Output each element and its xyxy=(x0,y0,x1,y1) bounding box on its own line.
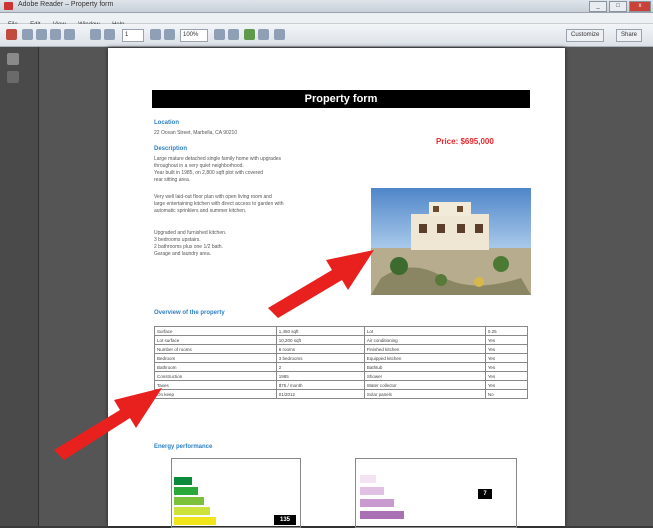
table-row: On keep 01/2012 Solar panels No xyxy=(154,389,529,399)
previous-page-icon[interactable] xyxy=(90,29,101,40)
table-row: Bathroom 2 Bathtub Yes xyxy=(154,362,529,372)
table-row: Bedroom 3 bedrooms Equipped kitchen Yes xyxy=(154,353,529,363)
table-row: Lot surface 10,200 sqft Air conditioning Ye… xyxy=(154,335,529,345)
comment-icon[interactable] xyxy=(244,29,255,40)
price: Price: $695,000 xyxy=(436,137,494,146)
page-number-input[interactable]: 1 xyxy=(122,29,144,42)
energy-band-d xyxy=(174,507,210,515)
emission-band-c xyxy=(360,499,394,507)
emission-band-b xyxy=(360,487,384,495)
toolbar: 1 100% Customize Share xyxy=(0,24,653,47)
energy-rating-tag: 135 xyxy=(274,515,296,525)
description-paragraph-1: Large mature detached single family home… xyxy=(154,156,282,183)
energy-band-a xyxy=(174,477,192,485)
description-paragraph-2: Very well laid-out floor plan with open … xyxy=(154,194,284,214)
title-bar: Adobe Reader – Property form _ □ x xyxy=(0,0,653,13)
arrow-icon xyxy=(54,388,162,460)
energy-band-e xyxy=(174,517,216,525)
page-title: Property form xyxy=(152,90,530,108)
maximize-button[interactable]: □ xyxy=(609,1,627,12)
property-photo xyxy=(371,188,531,295)
navigation-pane xyxy=(0,47,39,526)
table-row: Construction 1985 Shower Yes xyxy=(154,371,529,381)
emission-rating-tag: 7 xyxy=(478,489,492,499)
print-icon[interactable] xyxy=(50,29,61,40)
app-icon xyxy=(4,2,13,10)
sign-icon[interactable] xyxy=(274,29,285,40)
zoom-level-input[interactable]: 100% xyxy=(180,29,208,42)
window-title: Adobe Reader – Property form xyxy=(18,1,114,8)
fit-width-icon[interactable] xyxy=(228,29,239,40)
minimize-button[interactable]: _ xyxy=(589,1,607,12)
pages-icon[interactable] xyxy=(7,53,19,65)
emission-band-a xyxy=(360,475,376,483)
description-label: Description xyxy=(154,146,188,152)
open-icon[interactable] xyxy=(22,29,33,40)
zoom-out-icon[interactable] xyxy=(150,29,161,40)
highlight-icon[interactable] xyxy=(258,29,269,40)
customize-button[interactable]: Customize xyxy=(566,29,605,42)
close-button[interactable]: x xyxy=(629,1,651,12)
energy-band-c xyxy=(174,497,204,505)
share-button[interactable]: Share xyxy=(616,29,643,42)
zoom-in-icon[interactable] xyxy=(164,29,175,40)
next-page-icon[interactable] xyxy=(104,29,115,40)
create-pdf-icon[interactable] xyxy=(6,29,17,40)
emission-chart: 7 xyxy=(355,458,517,528)
email-icon[interactable] xyxy=(64,29,75,40)
fit-page-icon[interactable] xyxy=(214,29,225,40)
arrow-icon xyxy=(268,250,374,318)
menu-bar: File Edit View Window Help xyxy=(0,13,653,28)
energy-chart: 135 xyxy=(171,458,301,528)
attachments-icon[interactable] xyxy=(7,71,19,83)
save-icon[interactable] xyxy=(36,29,47,40)
overview-label: Overview of the property xyxy=(154,310,225,316)
emission-band-d xyxy=(360,511,404,519)
location-value: 22 Ocean Street, Marbella, CA 90210 xyxy=(154,130,238,136)
location-label: Location xyxy=(154,120,179,126)
table-row: Number of rooms 6 rooms Finished kitchen Ye… xyxy=(154,344,529,354)
property-table: Surface 1,450 sqft Lot 0.25 Lot surface 10,2… xyxy=(154,326,529,399)
table-row: Surface 1,450 sqft Lot 0.25 xyxy=(154,326,529,336)
energy-band-b xyxy=(174,487,198,495)
table-row: Taxes $75 / month Water collector Yes xyxy=(154,380,529,390)
